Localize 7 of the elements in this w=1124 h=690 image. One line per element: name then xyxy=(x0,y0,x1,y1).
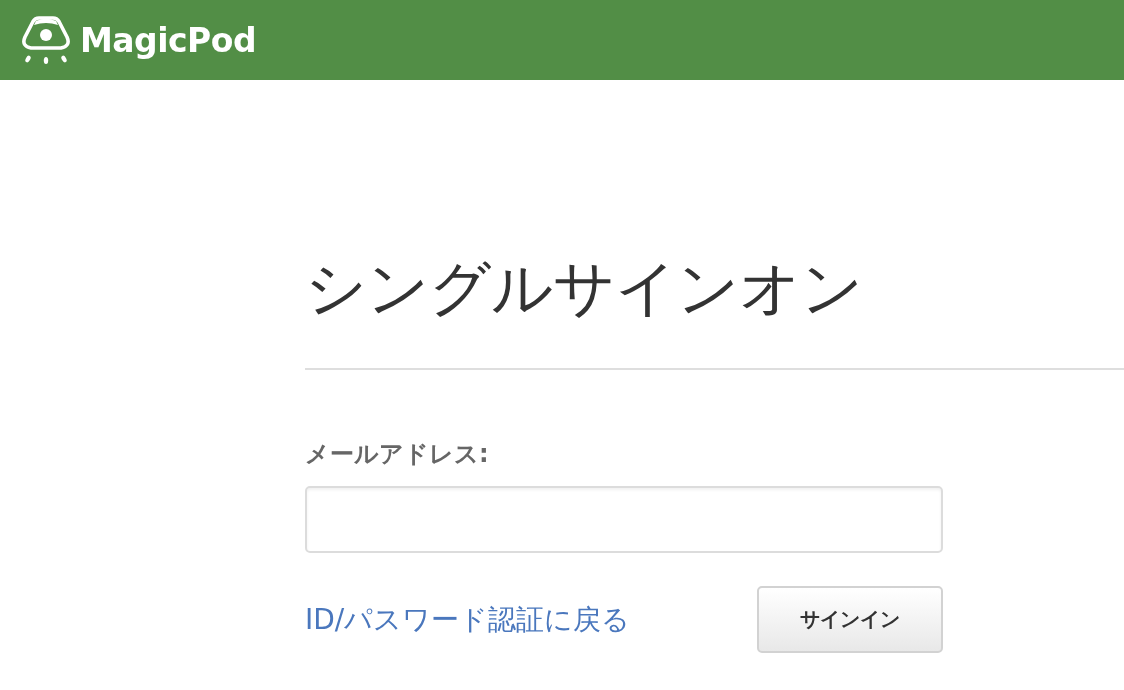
sign-in-button[interactable]: サインイン xyxy=(757,586,943,653)
email-label: メールアドレス: xyxy=(305,439,490,470)
email-input-field[interactable] xyxy=(305,486,943,553)
robot-pod-logo-icon xyxy=(21,15,71,65)
page-title: シングルサインオン xyxy=(305,252,864,324)
back-to-password-link[interactable]: ID/パスワード認証に戻る xyxy=(305,601,631,638)
logo-text: MagicPod xyxy=(80,23,257,57)
